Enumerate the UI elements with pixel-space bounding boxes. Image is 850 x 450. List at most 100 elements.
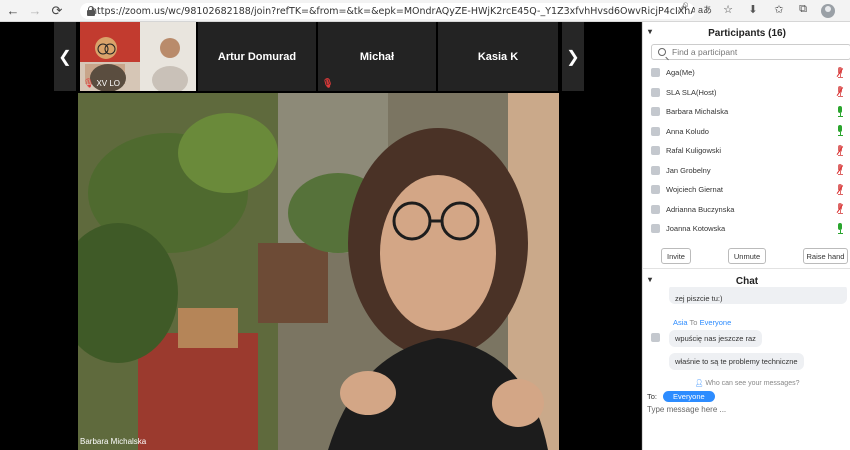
- avatar: [651, 165, 660, 175]
- avatar: [651, 333, 660, 342]
- mic-muted-icon: [836, 144, 844, 157]
- mic-muted-icon: [836, 203, 844, 215]
- thumbnail-artur-domurad[interactable]: Artur Domurad: [198, 22, 316, 91]
- browser-toolbar: ← → ⟳ https://zoom.us/wc/98102682188/joi…: [0, 0, 850, 22]
- mic-muted-icon: 🎙︎: [83, 78, 95, 88]
- participant-row[interactable]: Rafal Kuligowski: [643, 141, 850, 161]
- chevron-down-icon[interactable]: ▾: [648, 27, 652, 36]
- participant-name: Joanna Kotowska: [666, 224, 726, 234]
- mic-on-icon: [836, 222, 844, 235]
- thumbnail-xv-lo[interactable]: 🎙︎ XV LO: [80, 22, 196, 91]
- participant-name: Adrianna Buczynska: [666, 204, 735, 214]
- participant-name: Jan Grobelny: [666, 165, 711, 175]
- chat-message-input[interactable]: [647, 405, 847, 414]
- speaker-name-label: Barbara Michalska: [80, 437, 147, 446]
- chat-message: zej piszcie tu:): [669, 287, 847, 304]
- participant-row[interactable]: Joanna Kotowska: [643, 219, 850, 239]
- strip-next-button[interactable]: ❯: [562, 22, 584, 91]
- mic-muted-icon: 🎙︎: [322, 78, 334, 88]
- mic-muted-icon: [836, 66, 844, 79]
- refresh-icon[interactable]: ⟳: [46, 0, 68, 22]
- invite-button[interactable]: Invite: [661, 248, 691, 264]
- participant-row[interactable]: Wojciech Giernat: [643, 180, 850, 200]
- active-speaker-video: Barbara Michalska: [78, 93, 559, 450]
- avatar: [651, 87, 660, 97]
- participant-row[interactable]: Barbara Michalska: [643, 102, 850, 122]
- extensions-icon[interactable]: ⬇: [745, 3, 761, 16]
- back-icon[interactable]: ←: [2, 0, 24, 22]
- who-can-see-text: Who can see your messages?: [705, 380, 800, 387]
- side-panel: ▾ Participants (16) Aga(Me) SLA SLA(Host…: [642, 22, 850, 450]
- chat-message: wpuścię nas jeszcze raz: [669, 330, 762, 347]
- chat-messages: zej piszcie tu:) Asia To Everyone wpuści…: [643, 287, 850, 382]
- chat-recipient: Everyone: [699, 318, 732, 327]
- participant-name: Wojciech Giernat: [666, 185, 723, 195]
- mic-muted-icon: [836, 164, 844, 176]
- participant-name: Anna Koludo: [666, 126, 709, 136]
- translate-icon[interactable]: aあ: [697, 3, 713, 16]
- participant-list: Aga(Me) SLA SLA(Host) Barbara Michalska …: [643, 63, 850, 241]
- profile-avatar-icon[interactable]: [821, 4, 835, 18]
- chat-sender-line: Asia To Everyone: [673, 318, 731, 327]
- participant-name: SLA SLA(Host): [666, 87, 717, 97]
- video-area: ❮ 🎙︎ XV LO Artur Domurad Michał 🎙︎ Kasia…: [0, 22, 641, 450]
- participant-row[interactable]: Adrianna Buczynska: [643, 200, 850, 220]
- recipient-select[interactable]: Everyone: [663, 391, 715, 402]
- thumbnail-name: Artur Domurad: [217, 50, 297, 63]
- collections-icon[interactable]: ⧉: [795, 3, 811, 16]
- avatar: [651, 126, 660, 136]
- mic-muted-icon: [836, 183, 844, 196]
- thumbnail-kasia-k[interactable]: Kasia K: [438, 22, 558, 91]
- speaker-video-frame: [78, 93, 559, 450]
- unmute-button[interactable]: Unmute: [728, 248, 766, 264]
- avatar: [651, 146, 660, 156]
- chevron-left-icon: ❮: [58, 48, 72, 66]
- thumbnail-strip: ❮ 🎙︎ XV LO Artur Domurad Michał 🎙︎ Kasia…: [0, 22, 641, 91]
- participants-title: Participants (16): [708, 27, 786, 39]
- raise-hand-button[interactable]: Raise hand: [803, 248, 848, 264]
- avatar: [651, 107, 660, 117]
- chat-title: Chat: [735, 275, 759, 287]
- thumbnail-name: Michał: [359, 50, 395, 63]
- search-icon: [658, 48, 666, 56]
- participant-name: Barbara Michalska: [666, 107, 729, 117]
- people-icon: 👤︎: [694, 380, 704, 387]
- thumbnail-name: XV LO: [96, 79, 121, 88]
- chat-message-text: zej piszcie tu:): [675, 294, 723, 303]
- chat-message-text: wpuścię nas jeszcze raz: [675, 334, 756, 343]
- participant-search-input[interactable]: [672, 47, 842, 57]
- thumbnail-label: 🎙︎ XV LO: [83, 78, 120, 89]
- participant-row[interactable]: Jan Grobelny: [643, 161, 850, 181]
- chat-message-text: właśnie to są te problemy techniczne: [675, 357, 798, 366]
- zoom-web-client: ← → ⟳ https://zoom.us/wc/98102682188/joi…: [0, 0, 850, 450]
- chat-recipient-row: To: Everyone: [647, 390, 715, 403]
- avatar: [651, 224, 660, 234]
- participant-name: Aga(Me): [666, 68, 695, 78]
- forward-icon[interactable]: →: [24, 0, 46, 22]
- chat-to-label: To: [689, 318, 698, 327]
- url-text: https://zoom.us/wc/98102682188/join?refT…: [91, 5, 695, 17]
- avatar: [651, 204, 660, 214]
- participant-row[interactable]: SLA SLA(Host): [643, 83, 850, 103]
- strip-prev-button[interactable]: ❮: [54, 22, 76, 91]
- thumbnail-michal[interactable]: Michał 🎙︎: [318, 22, 436, 91]
- divider: [643, 268, 850, 269]
- participant-name: Rafal Kuligowski: [666, 146, 722, 156]
- read-aloud-icon[interactable]: 🎤︎: [675, 3, 691, 14]
- to-label: To:: [647, 392, 658, 401]
- avatar: [651, 185, 660, 195]
- participant-row[interactable]: Aga(Me): [643, 63, 850, 83]
- favorites-icon[interactable]: ✩: [771, 3, 787, 16]
- mic-on-icon: [836, 105, 844, 118]
- address-bar[interactable]: https://zoom.us/wc/98102682188/join?refT…: [80, 3, 695, 19]
- participant-row[interactable]: Anna Koludo: [643, 122, 850, 142]
- participant-search[interactable]: [651, 44, 850, 60]
- avatar: [651, 68, 660, 78]
- mic-muted-icon: [836, 86, 844, 98]
- chevron-down-icon[interactable]: ▾: [648, 275, 652, 284]
- chevron-right-icon: ❯: [566, 48, 580, 66]
- chat-message: właśnie to są te problemy techniczne: [669, 353, 804, 370]
- mic-on-icon: [836, 125, 844, 137]
- favorite-star-icon[interactable]: ☆: [720, 3, 736, 16]
- who-can-see-link[interactable]: 👤︎ Who can see your messages?: [643, 379, 850, 387]
